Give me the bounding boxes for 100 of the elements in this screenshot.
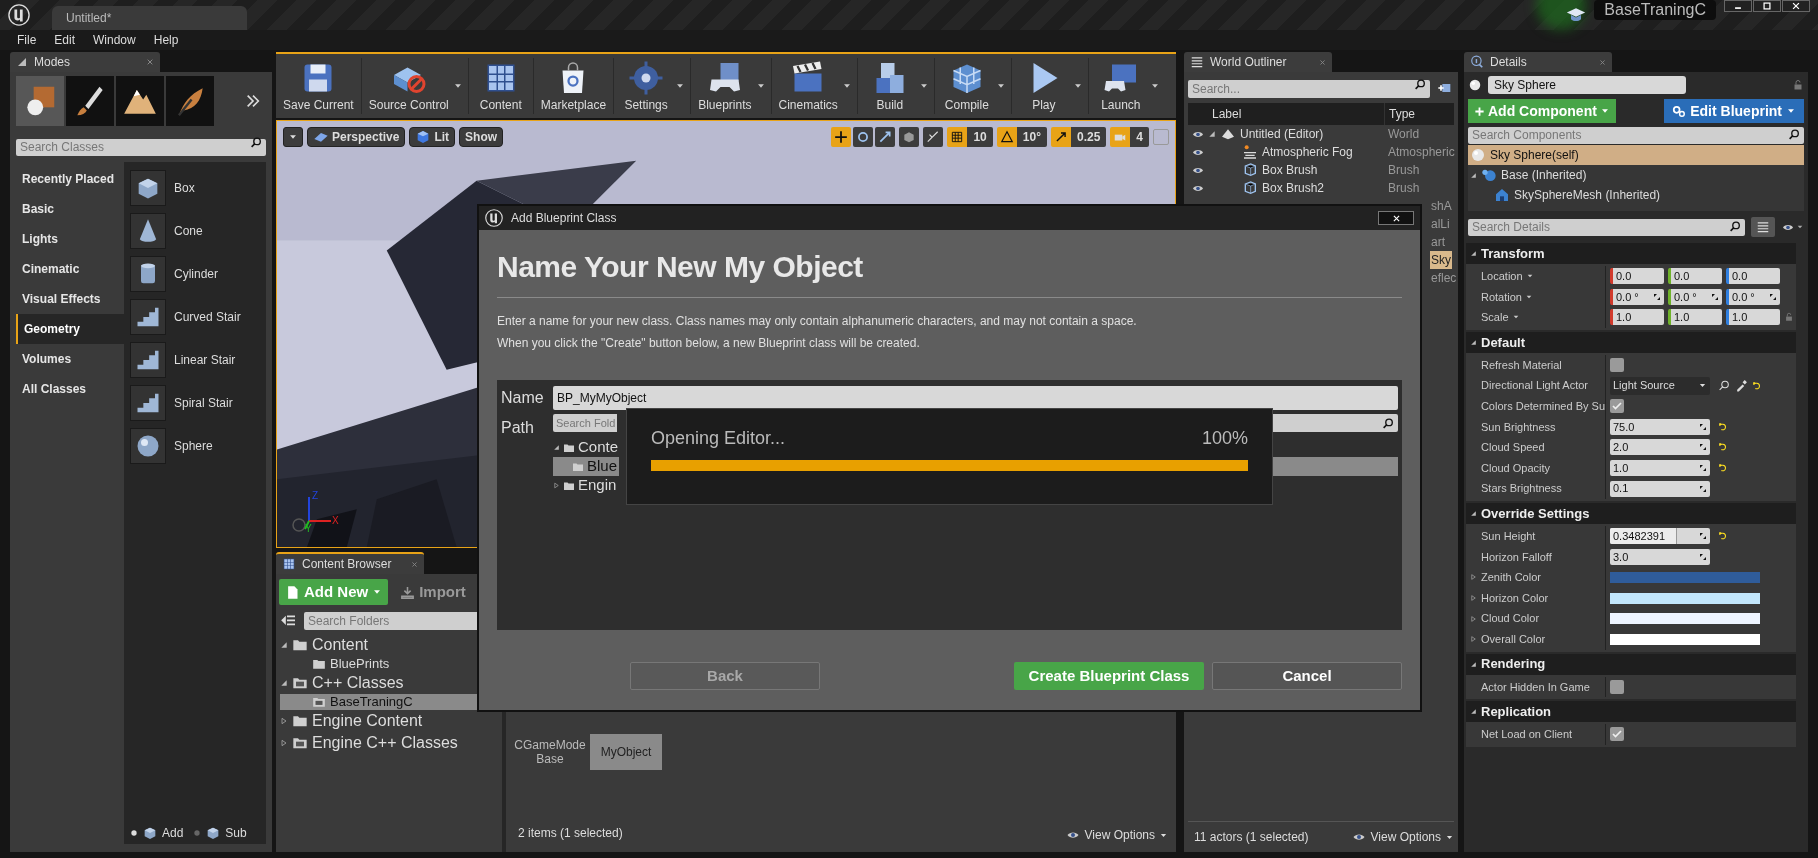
document-tab[interactable]: Untitled* bbox=[52, 6, 247, 30]
menu-item[interactable]: Window bbox=[86, 31, 143, 49]
color-swatch[interactable] bbox=[1610, 613, 1760, 625]
name-field[interactable]: BP_MyMyObject bbox=[553, 386, 1398, 410]
placeable-item[interactable]: Sphere bbox=[130, 424, 266, 467]
section-header[interactable]: Replication bbox=[1466, 701, 1796, 723]
number-field[interactable]: 0.0 ° bbox=[1668, 288, 1722, 305]
tree-item[interactable]: Blue bbox=[553, 457, 619, 476]
tree-item[interactable]: BluePrints bbox=[280, 656, 480, 672]
outliner-item[interactable]: Atmospheric Fog bbox=[1208, 143, 1384, 161]
menu-item[interactable]: Help bbox=[146, 31, 186, 49]
edit-blueprint-button[interactable]: Edit Blueprint bbox=[1664, 99, 1804, 123]
number-field[interactable]: 2.0 bbox=[1610, 439, 1710, 456]
minimize-button[interactable] bbox=[1724, 0, 1752, 12]
outliner-item[interactable]: Box Brush bbox=[1208, 161, 1384, 179]
toolbar-button[interactable]: Blueprints bbox=[694, 58, 756, 114]
component-item[interactable]: SkySphereMesh (Inherited) bbox=[1468, 185, 1804, 205]
category-item[interactable]: Basic bbox=[16, 194, 124, 224]
maximize-button[interactable] bbox=[1753, 0, 1781, 12]
category-item[interactable]: Geometry bbox=[16, 314, 124, 344]
tree-item[interactable]: Content bbox=[280, 634, 480, 656]
search-field[interactable]: Search Classes bbox=[16, 138, 266, 156]
category-item[interactable]: Cinematic bbox=[16, 254, 124, 284]
placeable-item[interactable]: Linear Stair bbox=[130, 338, 266, 381]
name-field[interactable]: Sky Sphere bbox=[1488, 76, 1686, 94]
number-field[interactable]: 1.0 bbox=[1726, 309, 1780, 326]
column-header[interactable]: Label bbox=[1208, 103, 1384, 125]
viewport-button[interactable]: Lit bbox=[409, 127, 456, 147]
number-field[interactable]: 0.3482391 bbox=[1610, 528, 1710, 545]
snap-value-button[interactable]: 10° bbox=[1016, 127, 1047, 147]
placeable-item[interactable]: Cone bbox=[130, 209, 266, 252]
color-swatch[interactable] bbox=[1610, 571, 1760, 583]
surface-snap-button[interactable] bbox=[923, 127, 944, 147]
menu-item[interactable]: Edit bbox=[47, 31, 83, 49]
number-field[interactable]: 0.0 ° bbox=[1726, 288, 1780, 305]
category-item[interactable]: All Classes bbox=[16, 374, 124, 404]
color-swatch[interactable] bbox=[1610, 633, 1760, 645]
number-field[interactable]: 0.0 ° bbox=[1610, 288, 1664, 305]
search-field[interactable]: Search... bbox=[1188, 80, 1430, 98]
view-options-button[interactable]: View Options bbox=[1064, 826, 1168, 844]
dropdown[interactable]: Light Source bbox=[1610, 376, 1710, 395]
checkbox[interactable] bbox=[1610, 399, 1624, 414]
cancel-button[interactable]: Cancel bbox=[1212, 662, 1402, 690]
number-field[interactable]: 0.1 bbox=[1610, 480, 1710, 497]
toolbar-button[interactable]: Cinematics bbox=[774, 58, 842, 114]
toolbar-button[interactable]: Settings bbox=[617, 58, 676, 114]
transform-tool-button[interactable] bbox=[853, 127, 874, 147]
view-mode-button[interactable] bbox=[1751, 217, 1775, 237]
snap-toggle[interactable] bbox=[996, 127, 1017, 147]
section-header[interactable]: Rendering bbox=[1466, 653, 1796, 675]
section-header[interactable]: Transform bbox=[1466, 243, 1796, 264]
toolbar-button[interactable]: Build bbox=[860, 58, 919, 114]
toolbar-button[interactable]: Source Control bbox=[364, 58, 453, 114]
placeable-item[interactable]: Box bbox=[130, 166, 266, 209]
number-field[interactable]: 1.0 bbox=[1610, 309, 1664, 326]
tree-item[interactable]: Engine Content bbox=[280, 710, 480, 732]
checkbox[interactable] bbox=[1610, 358, 1624, 373]
transform-tool-button[interactable] bbox=[831, 127, 852, 147]
number-field[interactable]: 1.0 bbox=[1610, 460, 1710, 477]
category-item[interactable]: Recently Placed bbox=[16, 164, 124, 194]
tree-item[interactable]: Engine C++ Classes bbox=[280, 732, 480, 754]
transform-tool-button[interactable] bbox=[875, 127, 896, 147]
toolbar-button[interactable]: Save Current bbox=[279, 58, 358, 114]
toolbar-button[interactable]: Content bbox=[471, 58, 530, 114]
tree-item[interactable]: C++ Classes bbox=[280, 672, 480, 694]
checkbox[interactable] bbox=[1610, 727, 1624, 742]
component-item[interactable]: Base (Inherited) bbox=[1468, 165, 1804, 185]
tree-item[interactable]: Engin bbox=[553, 476, 619, 495]
snap-toggle[interactable] bbox=[1110, 127, 1131, 147]
toolbar-button[interactable]: Compile bbox=[937, 58, 996, 114]
number-field[interactable]: 0.0 bbox=[1610, 268, 1664, 285]
tree-item[interactable]: BaseTraningC bbox=[280, 694, 480, 710]
search-field[interactable]: Search Components bbox=[1468, 126, 1804, 144]
brush-mode-option[interactable]: Add bbox=[130, 824, 184, 842]
snap-toggle[interactable] bbox=[1050, 127, 1071, 147]
column-header[interactable]: Type bbox=[1384, 103, 1454, 125]
panel-tab[interactable]: Modes bbox=[10, 52, 160, 72]
section-header[interactable]: Default bbox=[1466, 331, 1796, 353]
mode-tab[interactable] bbox=[66, 76, 114, 126]
viewport-button[interactable]: Show bbox=[459, 127, 504, 147]
mode-tab[interactable] bbox=[116, 76, 164, 126]
viewport-button[interactable]: Perspective bbox=[307, 127, 406, 147]
import-button[interactable]: Import bbox=[400, 580, 466, 604]
color-swatch[interactable] bbox=[1610, 592, 1760, 604]
asset-tile[interactable]: MyObject bbox=[590, 734, 662, 770]
category-item[interactable]: Volumes bbox=[16, 344, 124, 374]
component-item[interactable]: Sky Sphere(self) bbox=[1468, 145, 1804, 165]
mode-tab[interactable] bbox=[166, 76, 214, 126]
asset-tile[interactable]: CGameMode Base bbox=[514, 734, 586, 770]
toolbar-button[interactable]: Marketplace bbox=[536, 58, 611, 114]
category-item[interactable]: Visual Effects bbox=[16, 284, 124, 314]
panel-tab[interactable]: Content Browser bbox=[276, 552, 424, 574]
snap-value-button[interactable]: 0.25 bbox=[1070, 127, 1107, 147]
mode-tab[interactable] bbox=[16, 76, 64, 126]
number-field[interactable]: 0.0 bbox=[1668, 268, 1722, 285]
snap-value-button[interactable]: 10 bbox=[967, 127, 993, 147]
search-field[interactable]: Search Fold bbox=[553, 414, 617, 432]
search-field[interactable]: Search Details bbox=[1468, 218, 1745, 236]
coordinate-space-button[interactable] bbox=[899, 127, 920, 147]
view-options-button[interactable]: View Options bbox=[1350, 828, 1454, 846]
